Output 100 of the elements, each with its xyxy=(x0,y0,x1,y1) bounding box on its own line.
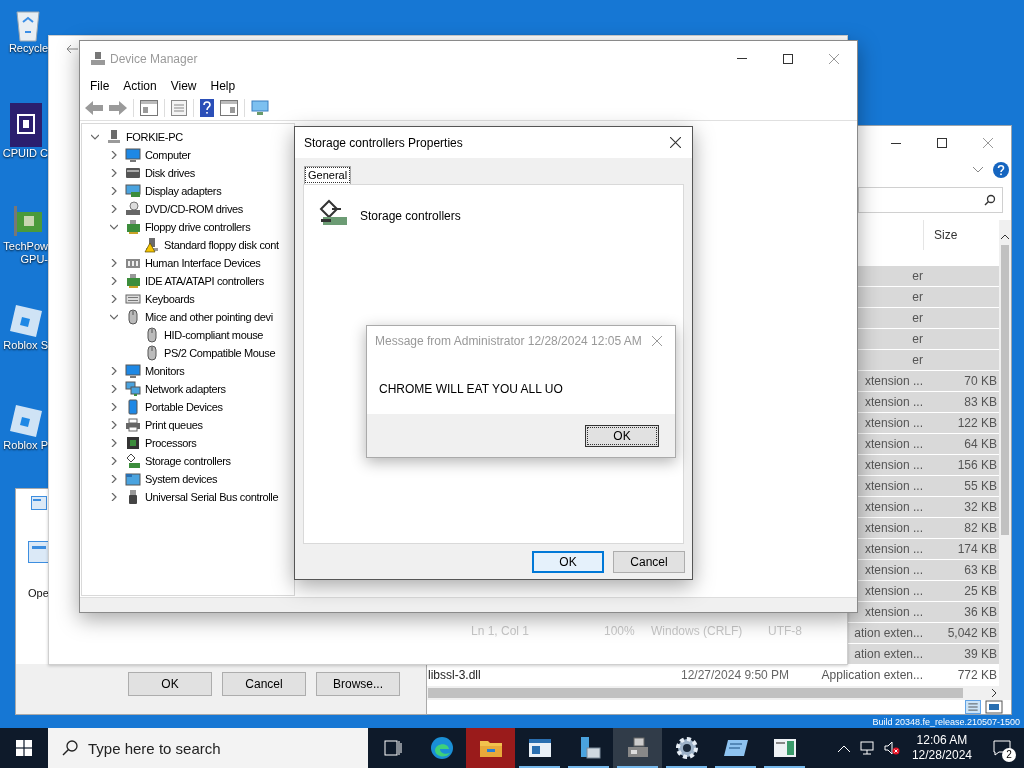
notifications-button[interactable]: 2 xyxy=(980,728,1024,768)
expand-chevron-icon[interactable] xyxy=(110,259,118,267)
recycle-bin-icon[interactable] xyxy=(14,8,42,42)
collapse-chevron-icon[interactable] xyxy=(91,133,99,141)
vertical-scrollbar[interactable] xyxy=(999,220,1011,686)
expand-chevron-icon[interactable] xyxy=(110,475,118,483)
dialog-button[interactable]: Cancel xyxy=(613,551,685,573)
tree-item[interactable]: Human Interface Devices xyxy=(145,254,261,272)
file-type: xtension ... xyxy=(864,478,923,495)
file-type: er xyxy=(912,310,923,327)
tab[interactable]: General xyxy=(304,166,352,184)
file-type: er xyxy=(912,352,923,369)
desktop-icon-label[interactable]: Roblox P xyxy=(3,439,48,452)
tree-item[interactable]: Universal Serial Bus controlle xyxy=(145,488,279,506)
help-icon[interactable] xyxy=(993,162,1009,178)
menu-item[interactable]: View xyxy=(170,77,197,95)
tree-item[interactable]: System devices xyxy=(145,470,218,488)
tree-item[interactable]: HID-compliant mouse xyxy=(164,326,264,344)
tree-item[interactable]: Print queues xyxy=(145,416,203,434)
menu-item[interactable]: Help xyxy=(210,77,236,95)
tree-item[interactable]: Processors xyxy=(145,434,197,452)
dialog-button[interactable]: Cancel xyxy=(222,672,306,696)
expand-chevron-icon[interactable] xyxy=(110,277,118,285)
network-icon xyxy=(125,381,141,397)
expand-chevron-icon[interactable] xyxy=(110,385,118,393)
file-type: er xyxy=(912,289,923,306)
tree-item[interactable]: Disk drives xyxy=(145,164,195,182)
desktop-icon-label[interactable]: Roblox S xyxy=(3,339,48,352)
scroll-up-icon[interactable] xyxy=(1001,234,1009,239)
help-icon[interactable] xyxy=(200,99,214,117)
expand-chevron-icon[interactable] xyxy=(110,421,118,429)
monitor-icon[interactable] xyxy=(251,100,269,116)
minimize-icon xyxy=(737,58,747,59)
expand-chevron-icon[interactable] xyxy=(110,205,118,213)
file-size: 156 KB xyxy=(957,457,997,474)
tree-item[interactable]: Network adapters xyxy=(145,380,226,398)
tree-item[interactable]: PS/2 Compatible Mouse xyxy=(164,344,276,362)
expand-chevron-icon[interactable] xyxy=(110,367,118,375)
clock[interactable]: 12:06 AM 12/28/2024 xyxy=(903,733,980,763)
app-tile-icon[interactable] xyxy=(10,303,42,339)
tree-item[interactable]: Portable Devices xyxy=(145,398,223,416)
app-tile-icon[interactable] xyxy=(10,403,42,439)
drive-icon xyxy=(125,165,141,181)
expand-chevron-icon[interactable] xyxy=(110,457,118,465)
ok-button[interactable]: OK xyxy=(585,425,659,447)
back-arrow-icon[interactable] xyxy=(85,101,103,115)
open-label: Ope xyxy=(28,586,49,601)
window-icon[interactable] xyxy=(220,100,238,116)
expand-chevron-icon[interactable] xyxy=(110,439,118,447)
notifications-icon xyxy=(993,740,1011,756)
taskbar-app-button[interactable] xyxy=(613,728,662,768)
file-type: Application exten... xyxy=(821,667,923,684)
expand-chevron-icon[interactable] xyxy=(110,169,118,177)
tree-item[interactable]: Keyboards xyxy=(145,290,195,308)
desktop-icon-label[interactable]: CPUID C xyxy=(2,147,48,160)
tree-item[interactable]: DVD/CD-ROM drives xyxy=(145,200,243,218)
chevron-up-icon[interactable] xyxy=(837,744,850,752)
chip-icon[interactable] xyxy=(10,103,42,147)
volume-muted-icon[interactable] xyxy=(883,741,900,755)
file-size: 64 KB xyxy=(964,436,997,453)
desktop-icon-label[interactable]: GPU- xyxy=(20,253,48,266)
search-field[interactable]: Type here to search xyxy=(48,728,368,768)
expand-chevron-icon[interactable] xyxy=(110,295,118,303)
properties-icon[interactable] xyxy=(140,100,158,116)
list-icon[interactable] xyxy=(171,100,187,116)
tree-item[interactable]: Display adapters xyxy=(145,182,222,200)
collapse-chevron-icon[interactable] xyxy=(110,313,118,321)
back-arrow-icon[interactable] xyxy=(66,44,78,54)
scroll-right-icon[interactable] xyxy=(992,689,997,697)
desktop-icon-label[interactable]: Recycle xyxy=(8,42,48,55)
tree-item[interactable]: Mice and other pointing devi xyxy=(145,308,273,326)
tree-item[interactable]: Computer xyxy=(145,146,191,164)
menu-item[interactable]: File xyxy=(90,77,110,95)
chevron-down-icon[interactable] xyxy=(973,167,983,173)
network-icon[interactable] xyxy=(859,741,876,755)
details-view-icon[interactable] xyxy=(964,700,982,714)
file-size: 39 KB xyxy=(964,646,997,663)
expand-chevron-icon[interactable] xyxy=(110,187,118,195)
tree-item[interactable]: Storage controllers xyxy=(145,452,231,470)
expand-chevron-icon[interactable] xyxy=(110,403,118,411)
file-type: ation exten... xyxy=(854,646,923,663)
dialog-button[interactable]: OK xyxy=(128,672,212,696)
tree-item[interactable]: Floppy drive controllers xyxy=(145,218,251,236)
expand-chevron-icon[interactable] xyxy=(110,493,118,501)
expand-chevron-icon[interactable] xyxy=(110,151,118,159)
large-icons-view-icon[interactable] xyxy=(985,700,1003,714)
forward-arrow-icon[interactable] xyxy=(109,101,127,115)
search-field[interactable] xyxy=(858,187,1003,213)
tree-item[interactable]: FORKIE-PC xyxy=(126,128,183,146)
menu-item[interactable]: Action xyxy=(123,77,157,95)
device-name: Storage controllers xyxy=(360,208,461,225)
tree-item[interactable]: Standard floppy disk cont xyxy=(164,236,279,254)
dialog-button[interactable]: OK xyxy=(532,551,604,573)
dialog-button[interactable]: Browse... xyxy=(316,672,400,696)
file-size: 25 KB xyxy=(964,583,997,600)
desktop-icon-label[interactable]: TechPow xyxy=(3,240,48,253)
tree-item[interactable]: IDE ATA/ATAPI controllers xyxy=(145,272,264,290)
close-button[interactable] xyxy=(668,135,682,150)
tree-item[interactable]: Monitors xyxy=(145,362,185,380)
collapse-chevron-icon[interactable] xyxy=(110,223,118,231)
